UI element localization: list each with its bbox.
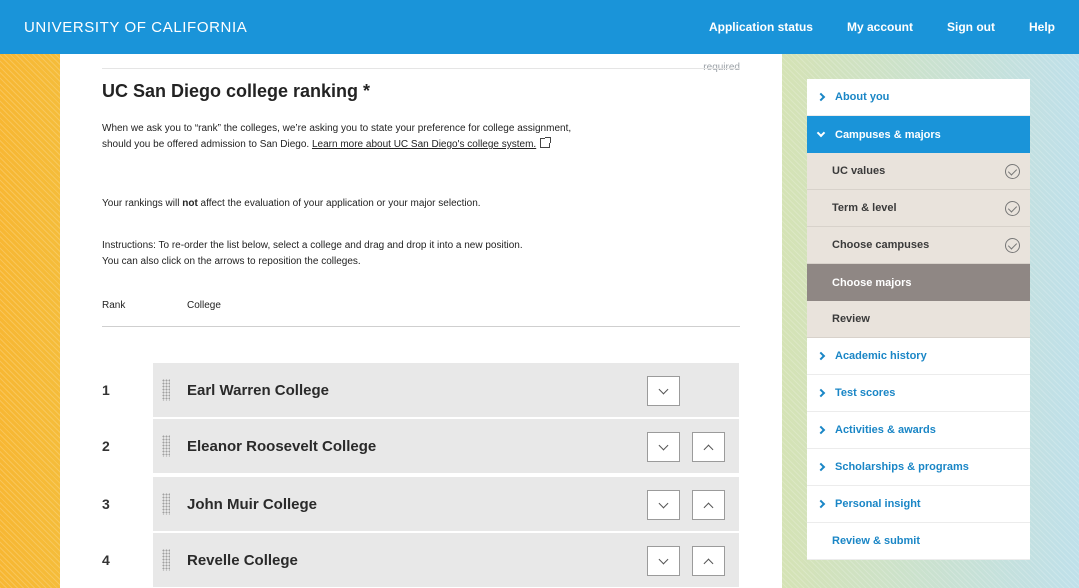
rank-number: 3 [102,496,110,512]
college-card[interactable]: Eleanor Roosevelt College [153,419,739,473]
sidebar-item-campuses-majors[interactable]: Campuses & majors [807,116,1030,153]
ranking-row: 3 John Muir College [102,477,739,531]
sidebar-item-label: Activities & awards [835,424,936,436]
move-down-button[interactable] [647,432,680,462]
move-up-button[interactable] [692,546,725,576]
nav-my-account[interactable]: My account [847,20,913,34]
sidebar-item-label: Test scores [835,387,896,399]
college-card[interactable]: Revelle College [153,533,739,587]
chevron-right-icon [816,425,826,435]
sidebar-item-academic-history[interactable]: Academic history [807,338,1030,375]
chevron-right-icon [816,351,826,361]
instructions-line-1: Instructions: To re-order the list below… [102,240,523,251]
ranking-row: 4 Revelle College [102,533,739,587]
move-down-button[interactable] [647,546,680,576]
college-name: Eleanor Roosevelt College [187,437,377,455]
nav-help[interactable]: Help [1029,20,1055,34]
drag-handle-icon[interactable] [162,435,170,457]
chevron-up-icon [703,444,714,454]
check-circle-icon [1005,201,1020,216]
check-circle-icon [1005,164,1020,179]
sidebar-item-review-submit[interactable]: Review & submit [807,523,1030,560]
sidebar-item-personal-insight[interactable]: Personal insight [807,486,1030,523]
move-up-button[interactable] [692,490,725,520]
sidebar-item-scholarships-programs[interactable]: Scholarships & programs [807,449,1030,486]
rankings-note-bold: not [182,198,198,209]
sidebar-subitem-choose-campuses[interactable]: Choose campuses [807,227,1030,264]
sidebar-item-activities-awards[interactable]: Activities & awards [807,412,1030,449]
chevron-down-icon [658,498,669,508]
chevron-up-icon [703,502,714,512]
reorder-arrows [647,432,725,462]
instructions-line-2: You can also click on the arrows to repo… [102,256,361,267]
sidebar-item-label: Personal insight [835,498,921,510]
main-content: required UC San Diego college ranking * … [60,54,782,588]
header-divider [102,326,740,327]
sidebar-subitem-term-level[interactable]: Term & level [807,190,1030,227]
top-nav: Application status My account Sign out H… [709,20,1055,34]
chevron-down-icon [658,554,669,564]
brand-title[interactable]: UNIVERSITY OF CALIFORNIA [24,19,247,36]
sidebar-item-label: Campuses & majors [835,128,941,141]
nav-application-status[interactable]: Application status [709,20,813,34]
move-up-button[interactable] [692,432,725,462]
chevron-right-icon [816,388,826,398]
reorder-arrows [647,490,725,520]
sidebar-subitem-label: Choose majors [832,276,912,289]
rankings-note: Your rankings will not affect the evalua… [102,196,481,212]
rankings-note-after: affect the evaluation of your applicatio… [197,198,481,209]
sidebar-subitem-label: Choose campuses [832,239,930,251]
rank-number: 4 [102,552,110,568]
chevron-down-icon [816,128,826,137]
sidebar-item-label: Academic history [835,350,927,362]
drag-handle-icon[interactable] [162,379,170,401]
page-title: UC San Diego college ranking * [102,81,371,101]
sidebar-subitem-review[interactable]: Review [807,301,1030,338]
sidebar-item-test-scores[interactable]: Test scores [807,375,1030,412]
college-name: Revelle College [187,551,298,569]
sidebar-item-label: About you [835,91,890,103]
college-card[interactable]: John Muir College [153,477,739,531]
drag-handle-icon[interactable] [162,549,170,571]
check-circle-icon [1005,238,1020,253]
sidebar-subitem-label: Term & level [832,202,897,214]
college-card[interactable]: Earl Warren College [153,363,739,417]
chevron-right-icon [816,499,826,509]
top-divider [102,68,740,69]
intro-paragraph: When we ask you to “rank” the colleges, … [102,121,582,153]
chevron-down-icon [658,384,669,394]
progress-sidebar: About you Campuses & majors UC values Te… [807,79,1030,560]
move-down-button[interactable] [647,490,680,520]
chevron-up-icon [703,558,714,568]
sidebar-item-label: Review & submit [832,535,921,547]
chevron-right-icon [816,92,826,102]
learn-more-link[interactable]: Learn more about UC San Diego's college … [312,139,536,150]
move-down-button[interactable] [647,376,680,406]
drag-handle-icon[interactable] [162,493,170,515]
column-header-rank: Rank [102,300,126,311]
rank-number: 1 [102,382,110,398]
reorder-arrows [647,376,725,406]
top-bar: UNIVERSITY OF CALIFORNIA Application sta… [0,0,1079,54]
sidebar-item-about-you[interactable]: About you [807,79,1030,116]
rank-number: 2 [102,438,110,454]
sidebar-item-label: Scholarships & programs [835,461,969,473]
instructions: Instructions: To re-order the list below… [102,238,622,270]
chevron-down-icon [658,440,669,450]
sidebar-subitem-label: UC values [832,165,886,177]
sidebar-subitem-choose-majors[interactable]: Choose majors [807,264,1030,301]
college-name: John Muir College [187,495,318,513]
chevron-right-icon [816,462,826,472]
sidebar-subitem-uc-values[interactable]: UC values [807,153,1030,190]
reorder-arrows [647,546,725,576]
sidebar-subitem-label: Review [832,313,870,325]
college-name: Earl Warren College [187,381,329,399]
arrow-spacer [692,376,725,406]
nav-sign-out[interactable]: Sign out [947,20,995,34]
ranking-row: 1 Earl Warren College [102,363,739,417]
ranking-row: 2 Eleanor Roosevelt College [102,419,739,473]
rankings-note-before: Your rankings will [102,198,183,209]
external-link-icon [540,137,552,148]
column-header-college: College [187,300,221,311]
